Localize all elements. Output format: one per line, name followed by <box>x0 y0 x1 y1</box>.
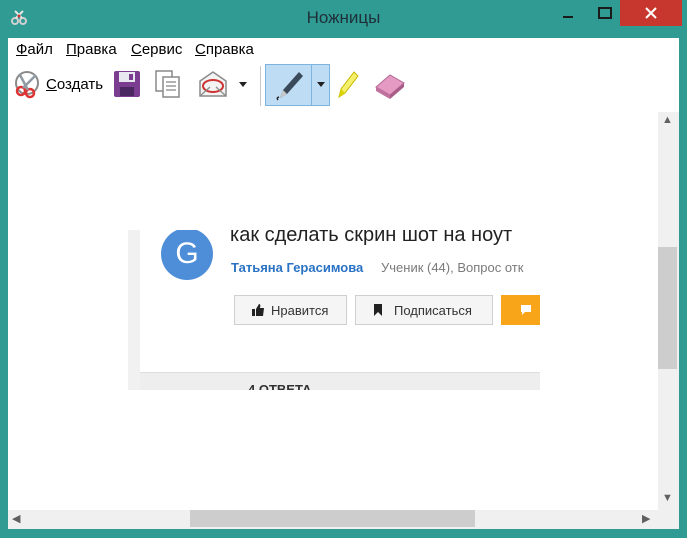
captured-snip: G как сделать скрин шот на ноут Татьяна … <box>128 230 540 390</box>
subscribe-button: Подписаться <box>355 295 493 325</box>
answers-bar <box>140 372 540 390</box>
horizontal-scrollbar[interactable]: ◀ ▶ <box>8 510 658 529</box>
menu-edit[interactable]: Правка <box>66 41 117 58</box>
pen-split-divider <box>311 64 312 106</box>
vertical-scrollbar[interactable]: ▲ ▼ <box>658 112 679 510</box>
send-dropdown-button[interactable] <box>237 66 249 102</box>
scroll-down-icon[interactable]: ▼ <box>662 492 673 504</box>
title-bar[interactable]: Ножницы <box>0 0 687 38</box>
menu-file[interactable]: Файл <box>16 41 53 58</box>
menu-bar: Файл Правка Сервис Справка <box>8 38 679 60</box>
menu-help[interactable]: Справка <box>195 41 254 58</box>
toolbar: Создать <box>8 60 679 113</box>
vertical-scroll-thumb[interactable] <box>658 247 677 369</box>
like-button: Нравится <box>234 295 347 325</box>
answers-count: 4 ОТВЕТА <box>248 382 312 390</box>
highlighter-icon <box>338 71 359 99</box>
save-button[interactable] <box>112 66 142 102</box>
toolbar-separator <box>260 66 261 106</box>
snip-left-border <box>128 230 140 390</box>
scroll-left-icon[interactable]: ◀ <box>12 512 20 525</box>
new-snip-label: Создать <box>46 75 104 93</box>
scroll-right-icon[interactable]: ▶ <box>642 512 650 525</box>
like-label: Нравится <box>271 302 329 318</box>
snipping-tool-window: Ножницы Файл Правка Сервис Справка Созда… <box>0 0 687 538</box>
new-snip-button[interactable]: Создать <box>12 66 103 102</box>
chevron-down-icon <box>239 82 247 87</box>
subscribe-label: Подписаться <box>394 302 472 318</box>
answer-button <box>501 295 540 325</box>
menu-service[interactable]: Сервис <box>131 41 182 58</box>
question-title: как сделать скрин шот на ноут <box>230 230 513 246</box>
maximize-icon <box>598 7 612 19</box>
horizontal-scroll-thumb[interactable] <box>190 510 475 527</box>
author-meta: Ученик (44), Вопрос отк <box>381 260 524 275</box>
scrollbar-corner <box>658 510 679 529</box>
save-icon <box>114 71 140 97</box>
thumbs-up-icon <box>252 304 264 316</box>
chevron-down-icon <box>317 82 325 87</box>
close-icon <box>645 7 657 19</box>
send-email-icon <box>199 71 227 97</box>
pen-icon <box>276 72 303 101</box>
scissors-icon <box>15 71 39 99</box>
send-snip-button[interactable] <box>197 66 229 102</box>
eraser-button[interactable] <box>372 66 406 102</box>
avatar: G <box>161 230 213 280</box>
comment-icon <box>521 305 531 315</box>
copy-button[interactable] <box>153 66 183 102</box>
highlighter-button[interactable] <box>334 66 360 102</box>
close-button[interactable] <box>620 0 682 26</box>
author-name: Татьяна Герасимова <box>231 260 364 275</box>
eraser-icon <box>375 74 405 99</box>
minimize-icon <box>563 16 573 18</box>
copy-icon <box>155 70 180 98</box>
scroll-up-icon[interactable]: ▲ <box>662 114 673 126</box>
pen-dropdown-button[interactable] <box>315 66 327 102</box>
bookmark-icon <box>374 304 382 316</box>
